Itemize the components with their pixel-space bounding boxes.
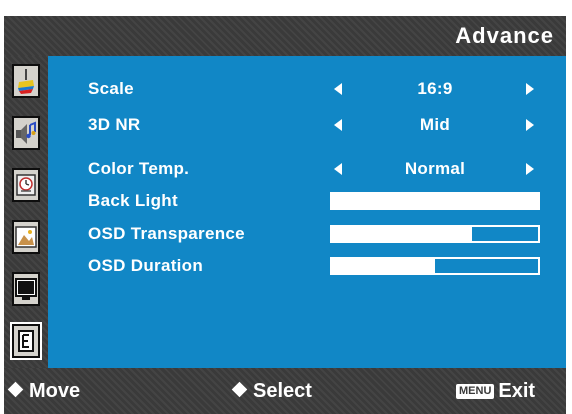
advance-settings-icon	[18, 330, 34, 352]
setting-label: OSD Transparence	[88, 224, 245, 243]
exit-hint: MENU Exit	[456, 368, 535, 414]
menu-row-scale[interactable]: Scale 16:9	[48, 76, 566, 102]
setting-value: 16:9	[417, 79, 453, 98]
exit-hint-label: Exit	[498, 380, 536, 402]
left-arrow-icon[interactable]	[334, 163, 342, 175]
level-bar-fill	[332, 194, 538, 208]
sidebar-item-time[interactable]	[12, 168, 40, 202]
menu-row-osd-duration[interactable]: OSD Duration	[48, 253, 566, 279]
menu-row-osd-transparence[interactable]: OSD Transparence	[48, 221, 566, 247]
setting-label: 3D NR	[88, 115, 141, 134]
diamond-icon	[231, 381, 248, 398]
level-bar[interactable]	[330, 192, 540, 210]
menu-row-3d-nr[interactable]: 3D NR Mid	[48, 112, 566, 138]
page-title: Advance	[455, 23, 554, 48]
setting-label: OSD Duration	[88, 256, 204, 275]
setting-label: Color Temp.	[88, 159, 190, 178]
osd-window: Advance Scale 16:9 3D NR Mid Color Temp.…	[0, 0, 572, 414]
level-bar-fill	[332, 227, 473, 241]
speaker-music-icon	[16, 121, 36, 144]
menu-key-icon: MENU	[456, 384, 495, 399]
sidebar-item-audio[interactable]	[12, 116, 40, 150]
right-arrow-icon[interactable]	[526, 83, 534, 95]
key-hint-bar: Move Select MENU Exit	[4, 368, 566, 414]
picture-icon	[15, 226, 37, 248]
left-arrow-icon[interactable]	[334, 119, 342, 131]
brush-icon	[18, 69, 34, 94]
monitor-icon	[15, 278, 37, 300]
sidebar-item-display[interactable]	[12, 272, 40, 306]
sidebar-item-screen[interactable]	[12, 220, 40, 254]
level-bar[interactable]	[330, 225, 540, 243]
select-hint: Select	[231, 368, 312, 414]
level-bar[interactable]	[330, 257, 540, 275]
setting-value: Normal	[404, 159, 466, 178]
right-arrow-icon[interactable]	[526, 163, 534, 175]
clock-icon	[16, 174, 36, 196]
setting-label: Scale	[88, 79, 134, 98]
category-sidebar	[4, 56, 48, 368]
move-hint-label: Move	[29, 380, 81, 402]
menu-row-color-temp[interactable]: Color Temp. Normal	[48, 156, 566, 182]
move-hint: Move	[7, 368, 81, 414]
settings-panel: Scale 16:9 3D NR Mid Color Temp. Normal …	[48, 56, 566, 368]
menu-row-back-light[interactable]: Back Light	[48, 188, 566, 214]
right-arrow-icon[interactable]	[526, 119, 534, 131]
osd-header: Advance	[4, 16, 566, 56]
diamond-icon	[7, 381, 24, 398]
sidebar-item-picture-tools[interactable]	[12, 64, 40, 98]
level-bar-fill	[332, 259, 435, 273]
left-arrow-icon[interactable]	[334, 83, 342, 95]
sidebar-item-advance[interactable]	[10, 322, 42, 360]
select-hint-label: Select	[253, 380, 312, 402]
setting-label: Back Light	[88, 191, 178, 210]
setting-value: Mid	[419, 115, 451, 134]
